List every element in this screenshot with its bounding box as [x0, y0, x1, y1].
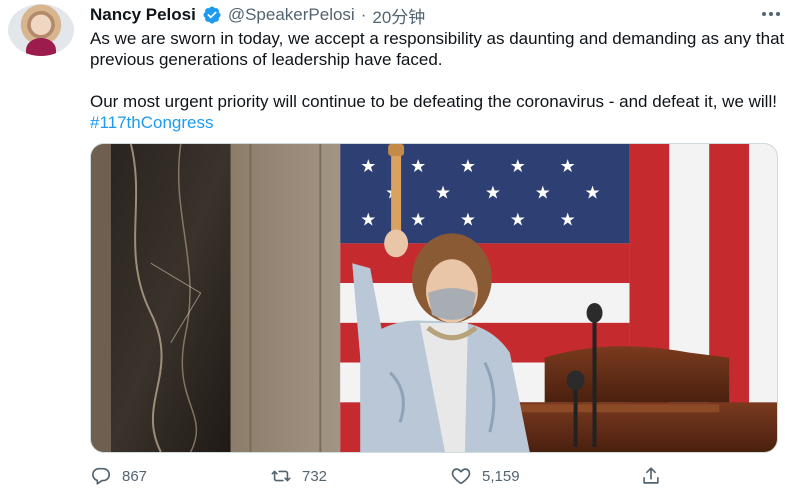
svg-text:★: ★: [585, 183, 601, 204]
more-options-icon[interactable]: [762, 4, 780, 24]
svg-text:★: ★: [460, 156, 476, 177]
like-button[interactable]: 5,159: [450, 465, 640, 487]
svg-text:★: ★: [360, 209, 376, 230]
share-button[interactable]: [640, 465, 662, 487]
tweet-header: Nancy Pelosi @SpeakerPelosi · 20分钟: [90, 3, 425, 28]
tweet-text: As we are sworn in today, we accept a re…: [90, 28, 790, 133]
author-handle[interactable]: @SpeakerPelosi: [228, 5, 355, 25]
svg-text:★: ★: [460, 209, 476, 230]
tweet-paragraph-2-text: Our most urgent priority will continue t…: [90, 92, 777, 111]
reply-button[interactable]: 867: [90, 465, 270, 487]
svg-text:★: ★: [535, 183, 551, 204]
reply-icon: [92, 467, 111, 485]
tweet-time[interactable]: 20分钟: [372, 3, 425, 28]
reply-count: 867: [122, 467, 148, 485]
svg-text:★: ★: [485, 183, 501, 204]
retweet-count: 732: [302, 467, 328, 485]
svg-text:★: ★: [410, 209, 426, 230]
tweet-actions: 867 732 5,159: [90, 463, 710, 489]
retweet-button[interactable]: 732: [270, 465, 450, 487]
heart-icon: [451, 468, 471, 485]
retweet-icon: [271, 470, 291, 482]
tweet: Nancy Pelosi @SpeakerPelosi · 20分钟 As we…: [0, 0, 800, 500]
svg-text:★: ★: [560, 156, 576, 177]
svg-text:★: ★: [360, 156, 376, 177]
svg-text:★: ★: [410, 156, 426, 177]
like-count: 5,159: [482, 467, 520, 485]
svg-text:★: ★: [510, 209, 526, 230]
author-name[interactable]: Nancy Pelosi: [90, 5, 196, 25]
tweet-paragraph-1: As we are sworn in today, we accept a re…: [90, 29, 785, 69]
tweet-photo[interactable]: ★ ★ ★ ★ ★ ★ ★ ★ ★ ★ ★ ★ ★ ★ ★: [90, 143, 778, 453]
tweet-paragraph-2: Our most urgent priority will continue t…: [90, 91, 790, 133]
svg-text:★: ★: [435, 183, 451, 204]
svg-text:★: ★: [560, 209, 576, 230]
hashtag-link[interactable]: #117thCongress: [90, 113, 214, 132]
share-icon: [643, 467, 659, 484]
svg-text:★: ★: [510, 156, 526, 177]
separator-dot: ·: [360, 5, 367, 24]
avatar[interactable]: [8, 4, 74, 56]
verified-badge-icon: [203, 6, 221, 24]
